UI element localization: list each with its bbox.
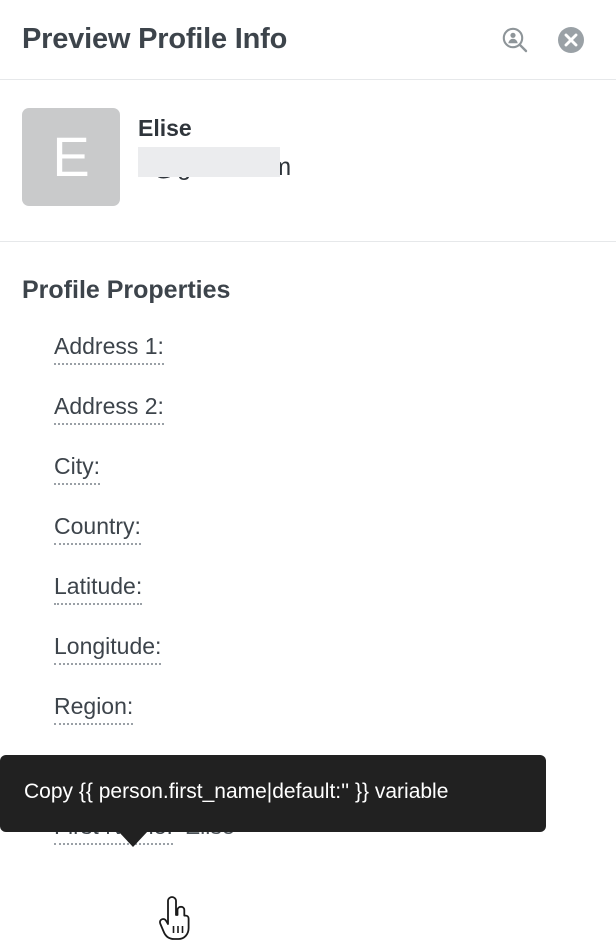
profile-email: o@gmail.com xyxy=(138,147,291,180)
avatar: E xyxy=(22,108,120,206)
list-item: Latitude: xyxy=(54,573,594,633)
tooltip-arrow xyxy=(118,830,148,847)
property-label-address-2[interactable]: Address 2: xyxy=(54,393,164,425)
page-title: Preview Profile Info xyxy=(22,23,288,55)
profile-identity: Elise o@gmail.com xyxy=(138,108,291,180)
person-search-icon[interactable] xyxy=(500,25,530,55)
modal-header: Preview Profile Info xyxy=(0,0,616,80)
close-circle-icon[interactable] xyxy=(556,25,586,55)
profile-summary: E Elise o@gmail.com xyxy=(0,80,616,242)
list-item: Longitude: xyxy=(54,633,594,693)
header-actions xyxy=(500,25,594,55)
property-label-address-1[interactable]: Address 1: xyxy=(54,333,164,365)
list-item: Region: xyxy=(54,693,594,753)
list-item: City: xyxy=(54,453,594,513)
hand-pointer-icon xyxy=(159,896,190,940)
list-item: Address 2: xyxy=(54,393,594,453)
close-circle-icon-svg xyxy=(558,26,584,53)
copy-variable-tooltip: Copy {{ person.first_name|default:'' }} … xyxy=(0,755,546,847)
property-label-city[interactable]: City: xyxy=(54,453,100,485)
profile-name: Elise xyxy=(138,115,192,141)
mouse-cursor-pointer xyxy=(158,896,192,947)
list-item: Address 1: xyxy=(54,333,594,393)
list-item: Country: xyxy=(54,513,594,573)
property-label-region[interactable]: Region: xyxy=(54,693,134,725)
person-search-icon-svg xyxy=(502,27,528,52)
property-label-latitude[interactable]: Latitude: xyxy=(54,573,143,605)
property-label-country[interactable]: Country: xyxy=(54,513,141,545)
tooltip-text: Copy {{ person.first_name|default:'' }} … xyxy=(24,780,449,803)
email-redaction-bar xyxy=(138,147,280,178)
profile-properties-heading: Profile Properties xyxy=(22,276,231,304)
property-label-longitude[interactable]: Longitude: xyxy=(54,633,162,665)
